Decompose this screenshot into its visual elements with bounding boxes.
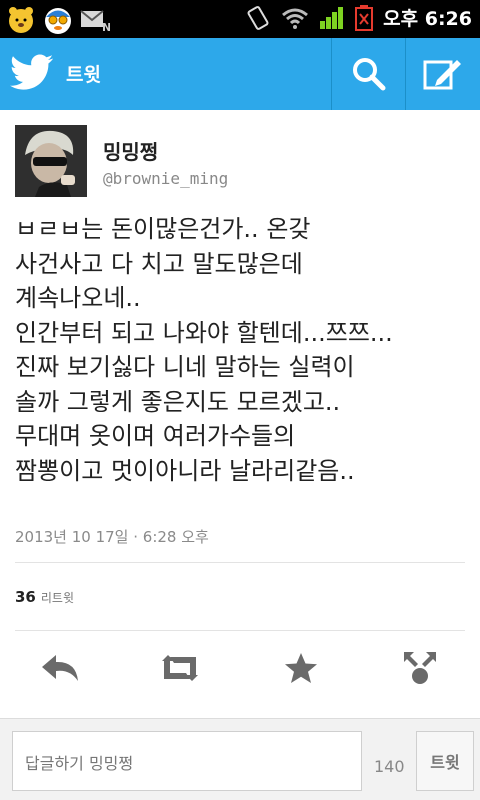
- display-name[interactable]: 밍밍쩡: [103, 136, 158, 165]
- clock: 오후 6:26: [383, 8, 472, 30]
- divider: [15, 630, 465, 631]
- avatar-image: [15, 125, 87, 197]
- twitter-logo-button[interactable]: [9, 54, 54, 94]
- send-tweet-button[interactable]: 트윗: [416, 731, 474, 791]
- rotate-icon: [247, 5, 269, 30]
- app-bar: 트윗: [0, 38, 480, 110]
- char-count: 140: [374, 757, 405, 776]
- retweet-count-label: 리트윗: [40, 591, 74, 605]
- battery-low-icon: [355, 4, 374, 31]
- signal-icon: [320, 6, 344, 29]
- reply-input[interactable]: 답글하기 밍밍쩡: [12, 731, 362, 791]
- pororo-notification-icon: [45, 8, 71, 34]
- avatar[interactable]: [15, 125, 87, 197]
- user-handle[interactable]: @brownie_ming: [103, 169, 228, 188]
- status-bar: N 오후 6:26: [0, 0, 480, 38]
- tweet-timestamp: 2013년 10 17일 · 6:28 오후: [15, 528, 209, 546]
- twitter-bird-icon: [9, 54, 53, 90]
- compose-icon: [423, 60, 461, 90]
- favorite-icon: [285, 653, 317, 683]
- wifi-icon: [282, 8, 309, 29]
- reply-button[interactable]: [30, 640, 90, 696]
- reply-composer: 답글하기 밍밍쩡 140 트윗: [0, 718, 480, 800]
- share-icon: [404, 652, 436, 684]
- tweet-actions: [0, 640, 480, 696]
- divider: [15, 562, 465, 563]
- reply-icon: [42, 655, 78, 681]
- notification-icons: N: [6, 4, 110, 36]
- retweet-icon: [162, 655, 198, 681]
- system-status: 오후 6:26: [245, 4, 472, 31]
- favorite-button[interactable]: [271, 640, 331, 696]
- page-title: 트윗: [66, 64, 101, 86]
- search-icon: [353, 58, 386, 91]
- pooh-notification-icon: [9, 7, 33, 33]
- svg-text:N: N: [102, 21, 110, 32]
- retweet-count: 36: [15, 588, 36, 606]
- retweet-button[interactable]: [150, 640, 210, 696]
- search-button[interactable]: [332, 38, 406, 110]
- compose-tweet-button[interactable]: [406, 38, 480, 110]
- share-button[interactable]: [390, 640, 450, 696]
- mail-notification-icon: N: [80, 10, 110, 32]
- tweet-text: ㅂㄹㅂ는 돈이많은건가.. 온갖 사건사고 다 치고 말도많은데 계속나오네..…: [15, 215, 393, 485]
- retweet-stats[interactable]: 36 리트윗: [15, 588, 74, 606]
